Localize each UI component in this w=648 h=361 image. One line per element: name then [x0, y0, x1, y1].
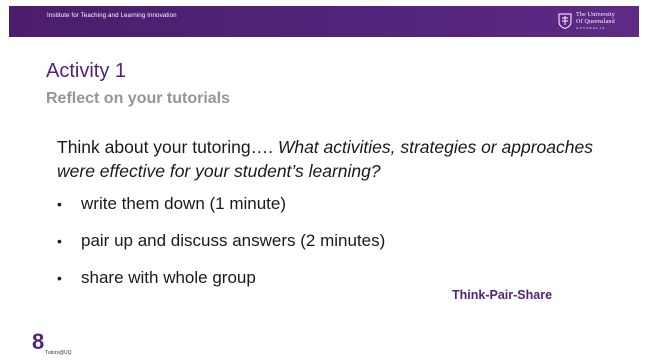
list-item-text: pair up and discuss answers (2 minutes)	[81, 231, 386, 250]
bullet-icon: •	[57, 270, 62, 286]
uq-logo-line3: AUSTRALIA	[576, 26, 606, 30]
slide: Institute for Teaching and Learning Inno…	[0, 0, 648, 361]
list-item: • share with whole group	[57, 268, 385, 305]
institute-name: Institute for Teaching and Learning Inno…	[47, 12, 177, 19]
uq-logo: The University Of Queensland AUSTRALIA	[558, 12, 615, 34]
intro-plain: Think about your tutoring….	[57, 137, 278, 157]
page-number: 8	[32, 329, 45, 354]
bullet-icon: •	[57, 196, 62, 212]
method-label: Think-Pair-Share	[452, 288, 553, 302]
uq-logo-line1: The University	[576, 12, 615, 18]
uq-logo-line2: Of Queensland	[576, 19, 615, 25]
slide-subtitle: Reflect on your tutorials	[46, 90, 231, 107]
footer-label: Tutors@UQ	[45, 350, 72, 356]
intro-text: Think about your tutoring…. What activit…	[57, 135, 597, 183]
list-item: • write them down (1 minute)	[57, 194, 385, 231]
list-item: • pair up and discuss answers (2 minutes…	[57, 231, 385, 268]
list-item-text: write them down (1 minute)	[81, 194, 287, 213]
list-item-text: share with whole group	[81, 268, 256, 287]
bullet-icon: •	[57, 233, 62, 249]
bullet-list: • write them down (1 minute) • pair up a…	[57, 194, 385, 305]
slide-title: Activity 1	[46, 60, 127, 82]
header-bar: Institute for Teaching and Learning Inno…	[9, 6, 639, 37]
uq-crest-icon	[558, 13, 572, 29]
